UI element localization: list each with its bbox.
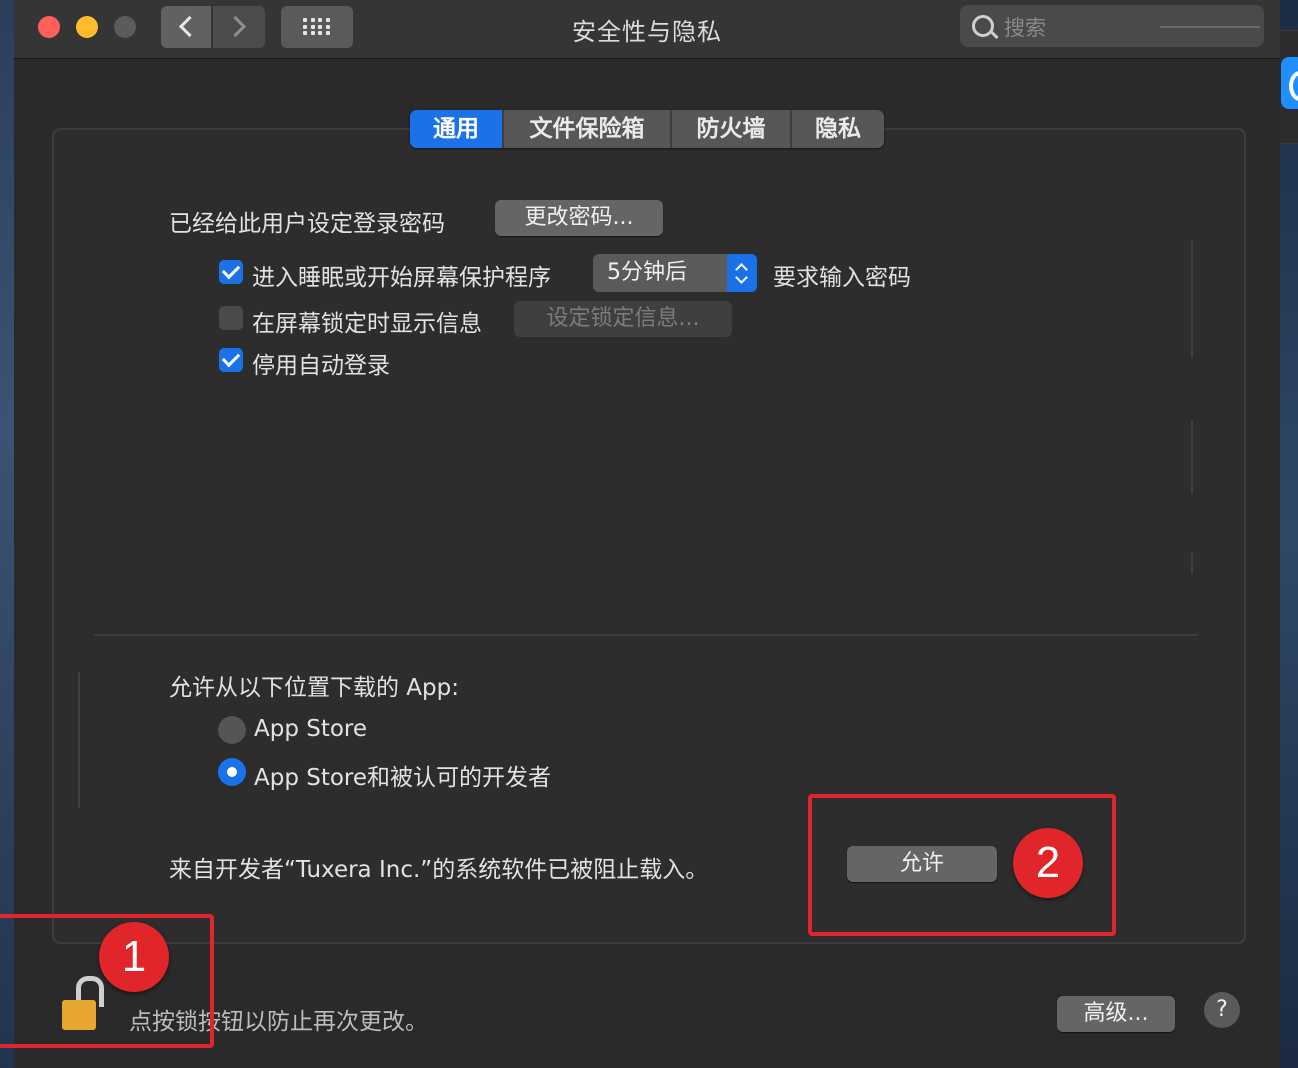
disable-auto-login-label: 停用自动登录 bbox=[252, 353, 390, 379]
allow-downloads-heading: 允许从以下位置下载的 App: bbox=[169, 675, 459, 701]
advanced-button[interactable]: 高级... bbox=[1057, 996, 1175, 1032]
help-icon[interactable]: ? bbox=[1204, 992, 1240, 1028]
tab-bar: 通用 文件保险箱 防火墙 隐私 bbox=[410, 110, 884, 148]
annotation-badge-2: 2 bbox=[1013, 828, 1083, 898]
radio-app-store-identified[interactable] bbox=[218, 758, 246, 786]
radio-app-store-identified-label: App Store和被认可的开发者 bbox=[254, 765, 552, 791]
chevron-updown-icon bbox=[727, 254, 757, 292]
search-icon bbox=[972, 15, 994, 37]
blocked-software-message: 来自开发者“Tuxera Inc.”的系统软件已被阻止载入。 bbox=[169, 857, 709, 883]
require-password-suffix: 要求输入密码 bbox=[773, 265, 911, 291]
radio-app-store-label: App Store bbox=[254, 716, 368, 742]
require-password-label: 进入睡眠或开始屏幕保护程序 bbox=[252, 265, 551, 291]
section-divider bbox=[94, 634, 1198, 636]
require-password-checkbox[interactable] bbox=[219, 260, 243, 284]
tab-general[interactable]: 通用 bbox=[410, 110, 504, 148]
desktop-background-right bbox=[1280, 0, 1298, 1068]
radio-app-store[interactable] bbox=[218, 716, 246, 744]
require-password-delay-select[interactable]: 5分钟后 bbox=[593, 254, 757, 292]
search-placeholder: 搜索 bbox=[1004, 16, 1046, 40]
disable-auto-login-checkbox[interactable] bbox=[219, 348, 243, 372]
require-password-delay-value: 5分钟后 bbox=[607, 260, 687, 285]
annotation-badge-1: 1 bbox=[99, 922, 169, 992]
tab-privacy[interactable]: 隐私 bbox=[792, 110, 884, 148]
login-password-text: 已经给此用户设定登录密码 bbox=[169, 211, 445, 237]
title-bar: 安全性与隐私 搜索 bbox=[14, 0, 1280, 59]
set-lock-message-button[interactable]: 设定锁定信息... bbox=[514, 301, 732, 337]
change-password-button[interactable]: 更改密码... bbox=[495, 200, 663, 236]
search-field[interactable]: 搜索 bbox=[960, 5, 1264, 47]
app-icon bbox=[1281, 57, 1298, 109]
tab-firewall[interactable]: 防火墙 bbox=[672, 110, 792, 148]
show-message-label: 在屏幕锁定时显示信息 bbox=[252, 311, 482, 337]
show-message-checkbox[interactable] bbox=[219, 306, 243, 330]
desktop-background-left bbox=[0, 0, 14, 1068]
tab-filevault[interactable]: 文件保险箱 bbox=[504, 110, 672, 148]
